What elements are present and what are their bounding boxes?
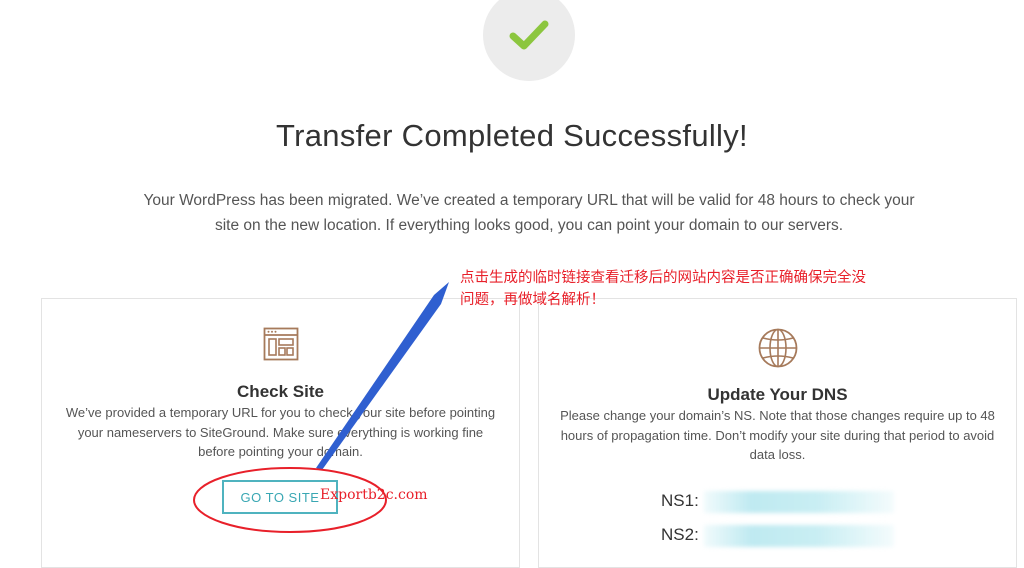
page-title: Transfer Completed Successfully! bbox=[276, 118, 748, 153]
ns2-label: NS2: bbox=[661, 525, 699, 544]
update-dns-card: Update Your DNS Please change your domai… bbox=[538, 298, 1017, 568]
browser-layout-icon bbox=[263, 327, 298, 361]
update-dns-title: Update Your DNS bbox=[707, 385, 848, 404]
update-dns-description: Please change your domain’s NS. Note tha… bbox=[560, 408, 995, 462]
ns2-value-redacted bbox=[704, 525, 894, 547]
ns1-label: NS1: bbox=[661, 491, 699, 510]
check-site-title: Check Site bbox=[237, 382, 324, 401]
success-badge bbox=[483, 0, 575, 81]
annotation-note: 点击生成的临时链接查看迁移后的网站内容是否正确确保完全没问题，再做域名解析！ bbox=[460, 270, 866, 308]
checkmark-icon bbox=[509, 20, 549, 50]
check-site-description: We’ve provided a temporary URL for you t… bbox=[65, 405, 496, 459]
migration-description: Your WordPress has been migrated. We’ve … bbox=[143, 192, 915, 234]
globe-icon bbox=[758, 328, 797, 368]
watermark-text: Exportb2c.com bbox=[320, 487, 428, 503]
ns1-value-redacted bbox=[704, 491, 894, 513]
check-site-card: Check Site We’ve provided a temporary UR… bbox=[41, 298, 520, 568]
